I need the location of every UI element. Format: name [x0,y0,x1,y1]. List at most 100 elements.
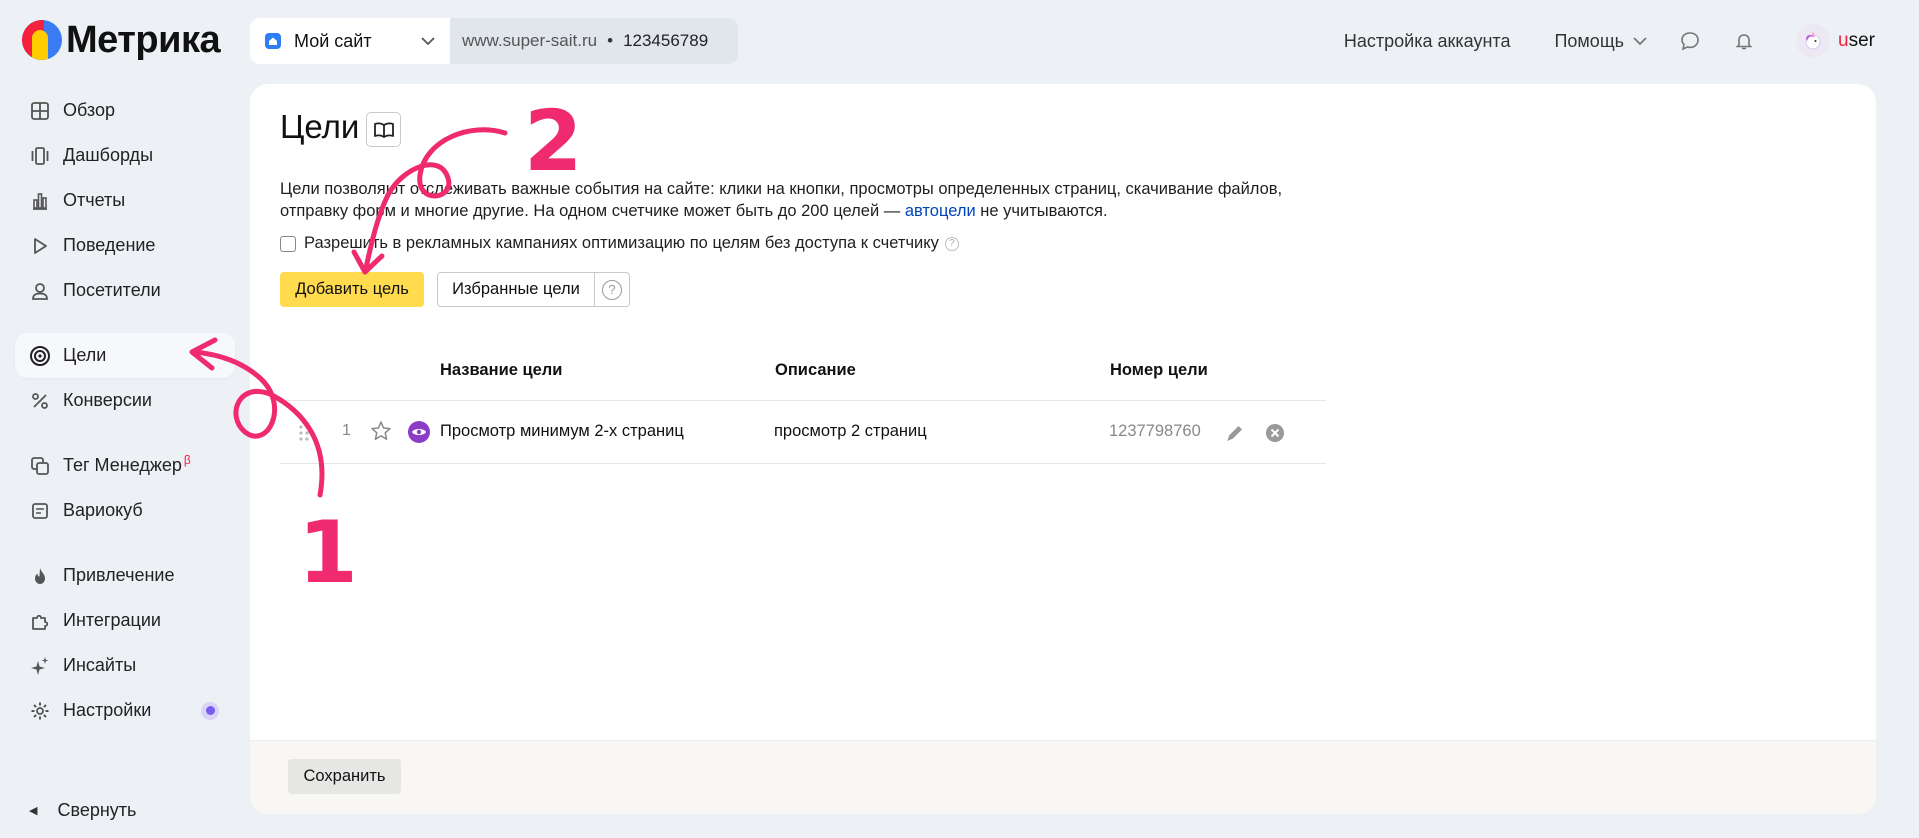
target-icon [29,345,51,367]
notifications-button[interactable] [1732,29,1756,53]
add-goal-button[interactable]: Добавить цель [280,272,424,307]
account-settings-link[interactable]: Настройка аккаунта [1344,31,1511,52]
optimization-permission-row: Разрешить в рекламных кампаниях оптимиза… [280,234,959,253]
chevron-down-icon [1633,37,1647,46]
new-indicator-badge [201,701,219,720]
sidebar-item-label: Поведение [63,235,156,255]
site-info: www.super-sait.ru • 123456789 [450,18,739,64]
user-name: user [1838,30,1875,51]
site-info-separator: • [607,31,614,50]
sidebar-item-goals[interactable]: Цели [15,333,235,378]
question-icon: ? [602,279,622,300]
sidebar-item-insights[interactable]: Инсайты [15,643,235,688]
percent-icon [29,390,51,412]
sidebar: Обзор Дашборды Отчеты Поведение Посетите… [15,88,235,733]
sidebar-item-label: Посетители [63,280,161,300]
triangle-left-icon: ◀ [29,805,38,817]
play-icon [29,235,51,257]
sidebar-item-variocube[interactable]: Вариокуб [15,488,235,533]
sidebar-item-label: Обзор [63,100,115,120]
sidebar-item-reports[interactable]: Отчеты [15,178,235,223]
site-url: www.super-sait.ru [462,31,598,50]
brand-name: Метрика [66,18,221,61]
help-label: Помощь [1554,30,1625,51]
goal-name: Просмотр минимум 2-х страниц [440,422,684,440]
goals-description: Цели позволяют отслеживать важные событи… [280,180,1283,220]
collapse-sidebar-button[interactable]: ◀ Свернуть [29,800,136,821]
pencil-icon[interactable] [1224,422,1246,444]
user-menu[interactable]: user [1796,24,1875,58]
site-select-dropdown[interactable]: Мой сайт [250,18,450,64]
dashboards-icon [29,145,51,167]
save-button[interactable]: Сохранить [288,759,401,794]
sidebar-item-conversions[interactable]: Конверсии [15,378,235,423]
sidebar-item-label: Дашборды [63,145,153,165]
variocube-icon [29,500,51,522]
counter-id: 123456789 [623,31,709,50]
bell-icon [1735,34,1753,50]
sparkle-icon [29,655,51,677]
sidebar-item-settings[interactable]: Настройки [15,688,235,733]
panel-footer: Сохранить [250,740,1876,814]
sidebar-item-label: Привлечение [63,565,175,585]
favorite-goals-button[interactable]: Избранные цели [437,272,595,307]
column-header-name: Название цели [440,361,563,379]
goals-table-header: Название цели Описание Номер цели [280,361,1326,401]
sidebar-item-integrations[interactable]: Интеграции [15,598,235,643]
book-icon [373,121,394,138]
sidebar-item-label: Тег Менеджер [63,455,182,475]
unicorn-avatar-icon [1805,31,1821,50]
site-switcher: Мой сайт www.super-sait.ru • 123456789 [250,18,739,64]
person-icon [29,280,51,302]
sidebar-item-tag-manager[interactable]: Тег Менеджер β [15,443,235,488]
delete-icon[interactable] [1264,422,1286,444]
eye-icon [408,421,430,443]
drag-handle-icon[interactable] [298,424,310,442]
chevron-down-icon [421,37,435,46]
sidebar-item-behavior[interactable]: Поведение [15,223,235,268]
sidebar-item-label: Интеграции [63,610,161,630]
flame-icon [29,565,51,587]
help-dropdown[interactable]: Помощь [1554,31,1648,52]
favorite-goals-help-button[interactable]: ? [594,272,630,307]
goal-description: просмотр 2 страниц [774,422,927,440]
question-icon[interactable]: ? [944,236,959,251]
tag-manager-icon [29,455,51,477]
beta-badge: β [183,452,191,467]
chat-button[interactable] [1678,29,1702,53]
bar-chart-icon [29,190,51,212]
column-header-id: Номер цели [1110,361,1208,379]
grid-icon [29,100,51,122]
avatar [1796,24,1831,58]
page-title: Цели [280,108,360,145]
sidebar-item-dashboards[interactable]: Дашборды [15,133,235,178]
optimization-checkbox[interactable] [280,235,296,252]
sidebar-item-visitors[interactable]: Посетители [15,268,235,313]
goals-panel: Цели Цели позволяют отслеживать важные с… [250,84,1876,814]
row-index: 1 [342,422,351,439]
metrika-logo[interactable]: Метрика [22,18,221,62]
goal-id: 1237798760 [1109,422,1201,440]
optimization-checkbox-label[interactable]: Разрешить в рекламных кампаниях оптимиза… [304,234,939,253]
top-right-menu: Настройка аккаунта Помощь user [1344,18,1919,64]
gear-icon [29,700,51,722]
chat-bubble-icon [1681,32,1699,51]
puzzle-icon [29,610,51,632]
sidebar-item-label: Цели [63,345,107,365]
autogoals-link[interactable]: автоцели [905,202,976,220]
collapse-label: Свернуть [57,800,137,820]
star-icon[interactable] [370,420,392,442]
home-icon [265,33,281,49]
column-header-description: Описание [775,361,856,379]
sidebar-item-label: Конверсии [63,390,152,410]
sidebar-item-acquisition[interactable]: Привлечение [15,553,235,598]
site-name: Мой сайт [294,30,372,51]
docs-button[interactable] [366,112,401,147]
sidebar-item-label: Отчеты [63,190,126,210]
sidebar-item-label: Настройки [63,700,152,720]
sidebar-item-label: Вариокуб [63,500,143,520]
table-row: 1 Просмотр минимум 2-х страниц просмотр … [280,402,1326,464]
metrika-logo-icon [22,20,62,60]
sidebar-item-overview[interactable]: Обзор [15,88,235,133]
sidebar-item-label: Инсайты [63,655,137,675]
